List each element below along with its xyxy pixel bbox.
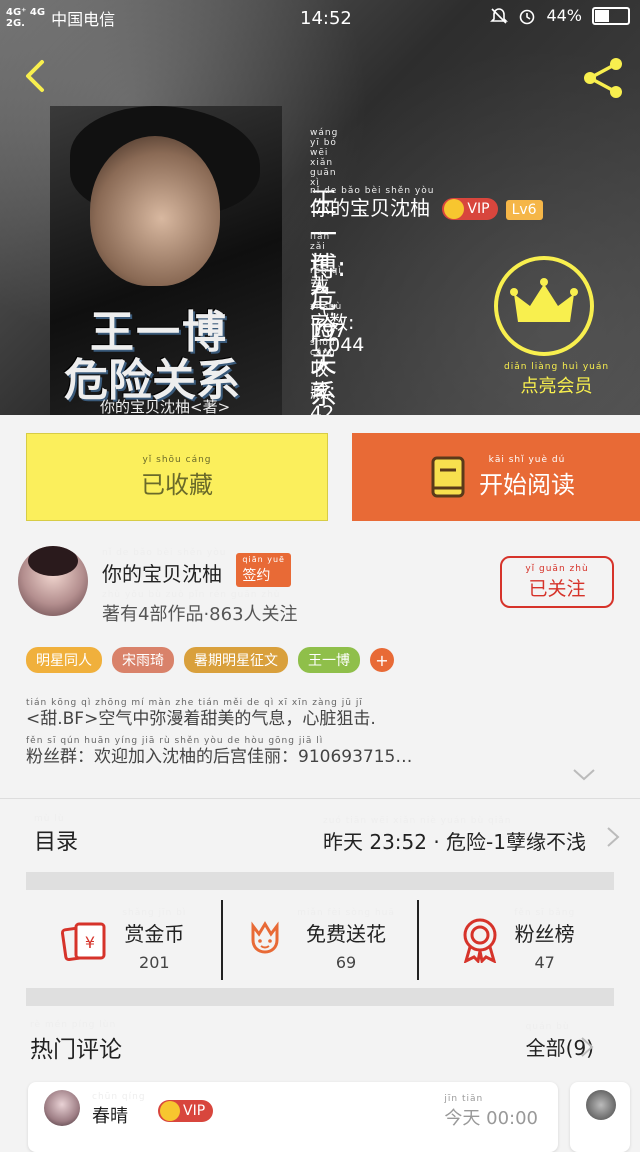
battery-percent: 44% — [546, 6, 582, 25]
book-cover[interactable]: 王一博 危险关系 你的宝贝沈柚<著> — [50, 106, 282, 415]
crown-icon — [510, 278, 578, 322]
member-label[interactable]: diǎn liàng huì yuán 点亮会员 — [504, 362, 609, 398]
commenter-avatar[interactable] — [586, 1090, 616, 1120]
crown-icon — [444, 199, 465, 219]
tag-list: 明星同人 宋雨琦 暑期明星征文 王一博 + — [26, 647, 394, 673]
share-icon[interactable] — [580, 56, 628, 100]
tag-item[interactable]: 明星同人 — [26, 647, 102, 673]
tag-item[interactable]: 宋雨琦 — [112, 647, 174, 673]
book-author-row: nǐ de bǎo bèi shěn yòu 你的宝贝沈柚 VIP Lv6 — [310, 186, 543, 220]
svg-text:¥: ¥ — [85, 933, 95, 952]
latest-chapter: zuó tiān wēi xiǎn niè yuán bù qiǎn 昨天 23… — [322, 816, 586, 854]
vip-badge: VIP — [442, 198, 498, 220]
vip-badge: VIP — [158, 1100, 214, 1122]
comment-time: jīn tiān 今天 00:00 — [444, 1094, 538, 1129]
table-of-contents-row[interactable]: mù lù 目录 zuó tiān wēi xiǎn niè yuán bù q… — [30, 814, 620, 855]
author-name[interactable]: nǐ de bǎo bèi shěn yòu 你的宝贝沈柚 — [102, 548, 226, 587]
alarm-clock-icon — [520, 9, 535, 24]
flowers-count: 69 — [335, 953, 357, 972]
stats-row: ¥ shǎng jīn bì 赏金币 201 miǎn fèi sòng huā 免… — [26, 900, 614, 980]
fans-count: 47 — [534, 953, 555, 972]
chevron-right-icon — [607, 827, 620, 847]
red-envelope-icon: ¥ — [61, 922, 106, 962]
hot-comments-heading: rè mén píng lùn 热门评论 — [30, 1020, 122, 1063]
author-stats: zhù yǒu bù zuò pǐn rén guān zhù 著有4部作品·8… — [102, 590, 298, 625]
send-flowers-button[interactable]: miǎn fèi sòng huā 免费送花 69 — [220, 900, 418, 980]
ribbon-badge-icon — [463, 918, 497, 963]
reward-coins-count: 201 — [139, 953, 170, 972]
divider — [0, 798, 640, 799]
tag-item[interactable]: 暑期明星征文 — [184, 647, 288, 673]
carrier-name: 中国电信 — [51, 10, 116, 29]
level-badge: Lv6 — [505, 200, 543, 220]
crown-icon — [160, 1101, 180, 1121]
book-header: 4G⁺ 4G 2G. 中国电信 14:52 44% 王一博 危险关系 你的宝贝沈… — [0, 0, 640, 415]
chevron-right-icon[interactable] — [580, 1036, 594, 1058]
fan-ranking-button[interactable]: fěn sī bǎng 粉丝榜 47 — [417, 900, 614, 980]
status-bar: 4G⁺ 4G 2G. 中国电信 14:52 44% — [0, 0, 640, 34]
start-reading-button[interactable]: kāi shǐ yuè dú 开始阅读 — [352, 433, 640, 521]
network-indicator: 4G⁺ 4G 2G. — [6, 7, 46, 29]
chevron-down-icon[interactable] — [572, 768, 596, 782]
flower-icon — [251, 921, 279, 954]
commenter-name[interactable]: chūn qíng 春晴 — [92, 1092, 146, 1128]
signed-badge: qiān yuē 签约 — [236, 553, 291, 587]
more-tags-button[interactable]: + — [370, 648, 394, 672]
section-separator — [26, 872, 614, 890]
cover-author: 你的宝贝沈柚<著> — [100, 398, 231, 415]
author-name-row: nǐ de bǎo bèi shěn yòu 你的宝贝沈柚 qiān yuē 签… — [102, 548, 291, 587]
author-avatar[interactable] — [18, 546, 88, 616]
comment-card[interactable] — [570, 1082, 630, 1152]
member-crown-button[interactable] — [494, 256, 594, 356]
section-separator — [26, 988, 614, 1006]
book-description[interactable]: tián kōng qì zhōng mí màn zhe tián měi d… — [26, 698, 616, 774]
tag-item[interactable]: 王一博 — [298, 647, 360, 673]
book-author[interactable]: nǐ de bǎo bèi shěn yòu 你的宝贝沈柚 — [310, 186, 434, 220]
battery-icon — [592, 6, 630, 25]
back-arrow-icon[interactable] — [18, 58, 54, 94]
toc-label: mù lù 目录 — [34, 814, 79, 855]
status-time: 14:52 — [300, 8, 352, 29]
mute-bell-icon — [490, 7, 509, 24]
favorited-button[interactable]: yǐ shōu cáng 已收藏 — [26, 433, 328, 521]
favorite-count: shōu cáng 收藏: 42 — [310, 338, 336, 415]
comment-card[interactable]: chūn qíng 春晴 VIP jīn tiān 今天 00:00 — [28, 1082, 558, 1152]
commenter-avatar[interactable] — [44, 1090, 80, 1126]
author-card: nǐ de bǎo bèi shěn yòu 你的宝贝沈柚 qiān yuē 签… — [18, 546, 622, 625]
followed-button[interactable]: yǐ guān zhù 已关注 — [500, 556, 614, 608]
reward-coins-button[interactable]: ¥ shǎng jīn bì 赏金币 201 — [26, 900, 221, 980]
book-icon — [431, 456, 465, 498]
